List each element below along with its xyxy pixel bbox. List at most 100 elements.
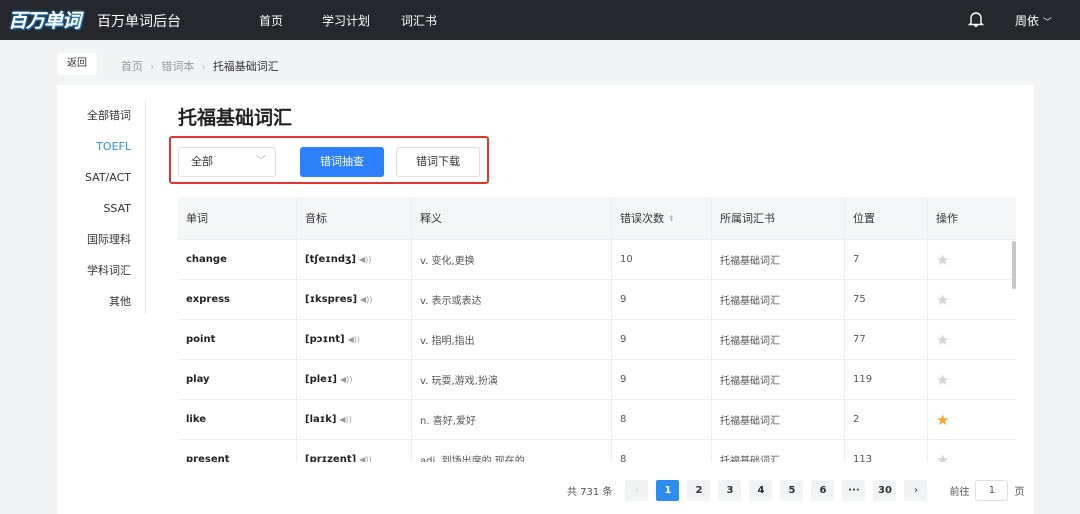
col-book: 所属词汇书 — [712, 197, 845, 239]
error-count: 9 — [612, 280, 712, 319]
speaker-icon[interactable]: ◀)) — [359, 255, 371, 264]
col-errors[interactable]: 错误次数 ⬍ — [612, 197, 712, 239]
error-count: 8 — [612, 440, 712, 462]
sidebar-item-other[interactable]: 其他 — [80, 286, 145, 317]
table-row: point [pɔɪnt] ◀)) v. 指明,指出 9 托福基础词汇 77 ★ — [178, 320, 1016, 360]
page-button[interactable]: 3 — [718, 480, 742, 501]
phonetic: [pleɪ] — [305, 374, 337, 385]
error-count: 9 — [612, 320, 712, 359]
chevron-right-icon: › — [150, 60, 155, 73]
wordbook: 托福基础词汇 — [712, 360, 845, 399]
table-scrollbar[interactable] — [1012, 241, 1016, 289]
nav-wordbooks[interactable]: 词汇书 — [401, 12, 437, 29]
page-button[interactable]: 4 — [749, 480, 773, 501]
breadcrumb-current: 托福基础词汇 — [212, 60, 279, 73]
chevron-right-icon: › — [201, 60, 206, 73]
breadcrumb: 首页 › 错词本 › 托福基础词汇 — [121, 58, 279, 74]
bell-icon[interactable] — [968, 10, 984, 28]
user-menu[interactable]: 周依 ﹀ — [1015, 12, 1052, 29]
phonetic: [prɪzent] — [305, 454, 357, 462]
word: express — [178, 280, 297, 319]
logo[interactable]: 百万单词 — [8, 6, 81, 33]
breadcrumb-wrongbook[interactable]: 错词本 — [161, 60, 194, 73]
action-cell: ★ — [928, 360, 1016, 399]
nav-home[interactable]: 首页 — [259, 12, 283, 29]
word: change — [178, 240, 297, 279]
position: 75 — [845, 280, 928, 319]
sidebar-item-ssat[interactable]: SSAT — [80, 193, 145, 224]
wordbook: 托福基础词汇 — [712, 280, 845, 319]
table-row: like [laɪk] ◀)) n. 喜好,爱好 8 托福基础词汇 2 ★ — [178, 400, 1016, 440]
error-count: 8 — [612, 400, 712, 439]
next-page-button[interactable]: › — [904, 480, 928, 501]
sidebar-item-toefl[interactable]: TOEFL — [80, 131, 145, 162]
nav-study-plan[interactable]: 学习计划 — [322, 12, 370, 29]
check-wrong-words-button[interactable]: 错词抽查 — [300, 147, 384, 177]
star-icon[interactable]: ★ — [936, 451, 949, 463]
star-icon[interactable]: ★ — [936, 291, 949, 309]
phonetic-cell: [prɪzent] ◀)) — [297, 440, 412, 462]
action-cell: ★ — [928, 440, 1016, 463]
speaker-icon[interactable]: ◀)) — [340, 375, 352, 384]
col-meaning: 释义 — [412, 197, 612, 239]
back-button[interactable]: 返回 — [57, 53, 97, 75]
page-button[interactable]: ··· — [842, 480, 866, 501]
prev-page-button[interactable]: ‹ — [625, 480, 649, 501]
phonetic: [tʃeɪndʒ] — [305, 254, 356, 265]
page-unit: 页 — [1014, 487, 1025, 498]
app-name: 百万单词后台 — [97, 14, 181, 30]
speaker-icon[interactable]: ◀)) — [360, 295, 372, 304]
star-icon[interactable]: ★ — [936, 331, 949, 349]
sort-icon[interactable]: ⬍ — [668, 214, 675, 223]
page-title: 托福基础词汇 — [178, 107, 293, 129]
word: like — [178, 400, 297, 439]
action-cell: ★ — [928, 280, 1016, 319]
meaning: v. 指明,指出 — [412, 320, 612, 359]
total-count: 共 731 条 — [567, 487, 613, 498]
sidebar-item-science[interactable]: 国际理科 — [80, 224, 145, 255]
phonetic-cell: [pleɪ] ◀)) — [297, 360, 412, 399]
meaning: adj. 到场出席的,现在的 — [412, 440, 612, 462]
sidebar: 全部错词 TOEFL SAT/ACT SSAT 国际理科 学科词汇 其他 — [80, 100, 146, 314]
filter-select[interactable]: 全部 ﹀ — [178, 147, 276, 177]
phonetic: [ɪkspres] — [305, 294, 358, 305]
error-count: 10 — [612, 240, 712, 279]
page-button[interactable]: 1 — [656, 480, 680, 501]
download-wrong-words-button[interactable]: 错词下载 — [396, 147, 480, 177]
sidebar-item-sat-act[interactable]: SAT/ACT — [80, 162, 145, 193]
col-actions: 操作 — [936, 212, 958, 225]
speaker-icon[interactable]: ◀)) — [348, 335, 360, 344]
phonetic: [pɔɪnt] — [305, 334, 345, 345]
user-name: 周依 — [1015, 14, 1040, 28]
filter-value: 全部 — [191, 155, 213, 168]
chevron-down-icon: ﹀ — [256, 156, 266, 167]
star-icon[interactable]: ★ — [936, 251, 949, 269]
wordbook: 托福基础词汇 — [712, 240, 845, 279]
page-button[interactable]: 5 — [780, 480, 804, 501]
error-count: 9 — [612, 360, 712, 399]
goto-label: 前往 — [949, 487, 970, 498]
meaning: n. 喜好,爱好 — [412, 400, 612, 439]
page-button[interactable]: 6 — [811, 480, 835, 501]
word: play — [178, 360, 297, 399]
action-cell: ★ — [928, 240, 1016, 279]
breadcrumb-home[interactable]: 首页 — [121, 60, 143, 73]
position: 7 — [845, 240, 928, 279]
top-bar: 百万单词 百万单词后台 首页 学习计划 词汇书 周依 ﹀ — [0, 0, 1080, 40]
page-button[interactable]: 2 — [687, 480, 711, 501]
goto-page-input[interactable]: 1 — [975, 480, 1009, 501]
speaker-icon[interactable]: ◀)) — [359, 455, 371, 462]
phonetic-cell: [pɔɪnt] ◀)) — [297, 320, 412, 359]
meaning: v. 变化,更换 — [412, 240, 612, 279]
star-icon[interactable]: ★ — [936, 371, 949, 389]
sidebar-item-subject[interactable]: 学科词汇 — [80, 255, 145, 286]
pagination: 共 731 条 ‹ 1 2 3 4 5 6 ··· 30 › 前往 1 页 — [567, 480, 1024, 501]
star-icon[interactable]: ★ — [936, 411, 949, 429]
sidebar-item-all[interactable]: 全部错词 — [80, 100, 145, 131]
wordbook: 托福基础词汇 — [712, 400, 845, 439]
col-position: 位置 — [845, 197, 928, 239]
phonetic-cell: [laɪk] ◀)) — [297, 400, 412, 439]
page-button[interactable]: 30 — [873, 480, 897, 501]
speaker-icon[interactable]: ◀)) — [339, 415, 351, 424]
phonetic: [laɪk] — [305, 414, 337, 425]
